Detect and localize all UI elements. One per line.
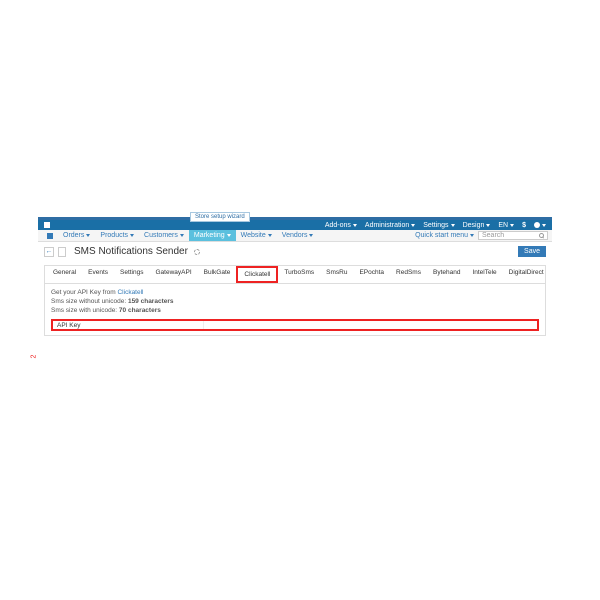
top-nav: Add-ons Administration Settings Design E…	[38, 220, 552, 230]
tab-container: General Events Settings GatewayAPI BulkG…	[44, 265, 546, 336]
caret-down-icon	[180, 234, 184, 237]
search-input[interactable]: Search	[478, 231, 548, 240]
tab-bulkgate[interactable]: BulkGate	[198, 266, 237, 283]
gear-icon[interactable]	[194, 249, 200, 255]
nav-design[interactable]: Design	[463, 222, 491, 229]
info-sms-size-ascii: Sms size without unicode: 159 characters	[51, 297, 539, 306]
info-apikey-source: Get your API Key from Clickatell	[51, 288, 539, 297]
caret-down-icon	[309, 234, 313, 237]
search-placeholder: Search	[482, 232, 504, 239]
tab-redsms[interactable]: RedSms	[390, 266, 427, 283]
tab-general[interactable]: General	[47, 266, 82, 283]
tab-digitaldirect[interactable]: DigitalDirect	[503, 266, 550, 283]
apikey-input[interactable]	[203, 321, 537, 329]
caret-down-icon	[130, 234, 134, 237]
subnav-customers[interactable]: Customers	[139, 230, 189, 241]
search-icon	[539, 233, 544, 238]
tab-events[interactable]: Events	[82, 266, 114, 283]
subnav-products[interactable]: Products	[95, 230, 139, 241]
caret-down-icon	[227, 234, 231, 237]
subnav-vendors[interactable]: Vendors	[277, 230, 319, 241]
apikey-row: API Key	[51, 319, 539, 331]
tab-row: General Events Settings GatewayAPI BulkG…	[45, 266, 545, 284]
caret-down-icon	[451, 224, 455, 227]
quick-start-menu[interactable]: Quick start menu	[415, 232, 474, 239]
nav-addons[interactable]: Add-ons	[325, 222, 357, 229]
caret-down-icon	[86, 234, 90, 237]
nav-administration[interactable]: Administration	[365, 222, 415, 229]
subnav-website[interactable]: Website	[236, 230, 277, 241]
nav-language[interactable]: EN	[498, 222, 514, 229]
caret-down-icon	[353, 224, 357, 227]
clickatell-link[interactable]: Clickatell	[117, 289, 143, 296]
info-sms-size-unicode: Sms size with unicode: 70 characters	[51, 306, 539, 315]
breadcrumb-dropdown[interactable]	[58, 247, 66, 257]
nav-currency[interactable]: $	[522, 222, 526, 229]
tab-clickatell[interactable]: Clickatell	[236, 266, 278, 283]
tab-settings[interactable]: Settings	[114, 266, 150, 283]
caret-down-icon	[411, 224, 415, 227]
back-button[interactable]: ←	[44, 247, 54, 257]
page-header: ← SMS Notifications Sender Save	[38, 242, 552, 261]
tab-inteltele[interactable]: IntelTele	[466, 266, 502, 283]
tab-body: Get your API Key from Clickatell Sms siz…	[45, 284, 545, 335]
tab-epochta[interactable]: EPochta	[353, 266, 390, 283]
caret-down-icon	[510, 224, 514, 227]
tab-smsru[interactable]: SmsRu	[320, 266, 353, 283]
home-link[interactable]	[42, 230, 58, 241]
tab-bytehand[interactable]: Bytehand	[427, 266, 466, 283]
caret-down-icon	[268, 234, 272, 237]
subnav-orders[interactable]: Orders	[58, 230, 95, 241]
apikey-label: API Key	[53, 321, 203, 329]
save-button[interactable]: Save	[518, 246, 546, 257]
home-icon[interactable]	[44, 222, 50, 228]
annotation-marker-2: 2	[30, 355, 37, 359]
store-setup-wizard-button[interactable]: Store setup wizard	[190, 212, 250, 222]
sub-nav: Orders Products Customers Marketing Webs…	[38, 230, 552, 242]
caret-down-icon	[470, 234, 474, 237]
caret-down-icon	[486, 224, 490, 227]
home-icon	[47, 233, 53, 239]
tab-gatewayapi[interactable]: GatewayAPI	[150, 266, 198, 283]
page-title: SMS Notifications Sender	[74, 246, 188, 257]
nav-settings[interactable]: Settings	[423, 222, 454, 229]
caret-down-icon	[542, 224, 546, 227]
avatar-icon	[534, 222, 540, 228]
tab-turbosms[interactable]: TurboSms	[278, 266, 320, 283]
subnav-marketing[interactable]: Marketing	[189, 230, 236, 241]
nav-user[interactable]	[534, 222, 546, 228]
